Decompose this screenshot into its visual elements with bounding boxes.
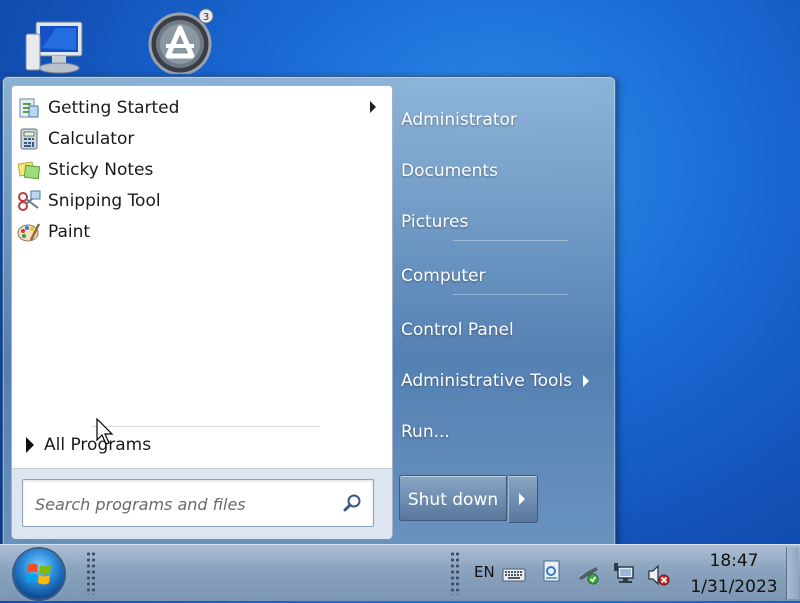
program-label: Getting Started: [48, 97, 180, 118]
language-indicator[interactable]: EN: [474, 563, 495, 581]
program-sticky-notes[interactable]: Sticky Notes: [12, 154, 392, 185]
network-icon[interactable]: [612, 561, 636, 585]
windows-logo-icon: [26, 563, 51, 585]
shutdown-options-button[interactable]: [508, 475, 538, 523]
taskbar-grip[interactable]: [450, 551, 460, 595]
calculator-icon: [17, 127, 41, 151]
submenu-arrow-icon: [583, 375, 589, 387]
volume-muted-icon[interactable]: [646, 563, 670, 587]
network-update-icon[interactable]: [576, 561, 600, 585]
computer-desktop-icon[interactable]: [22, 8, 92, 78]
submenu-arrow-icon: [370, 101, 376, 113]
all-programs-button[interactable]: All Programs: [22, 430, 151, 460]
getting-started-icon: [17, 96, 41, 120]
keyboard-icon[interactable]: [502, 563, 526, 587]
right-item-pictures[interactable]: Pictures: [401, 207, 468, 237]
right-item-documents[interactable]: Documents: [401, 156, 498, 186]
all-programs-divider: [92, 426, 320, 427]
sticky-notes-icon: [17, 158, 41, 182]
start-menu-right-pane: Administrator Documents Pictures Compute…: [393, 85, 613, 537]
search-area: [12, 468, 392, 539]
right-item-administrative-tools[interactable]: Administrative Tools: [401, 366, 605, 396]
clock-date[interactable]: 1/31/2023: [684, 577, 784, 597]
right-separator: [453, 294, 568, 295]
document-tray-icon[interactable]: [540, 559, 564, 583]
chevron-right-icon: [519, 493, 525, 505]
program-paint[interactable]: Paint: [12, 216, 392, 247]
program-label: Sticky Notes: [48, 159, 154, 180]
program-label: Paint: [48, 221, 91, 242]
avatar-app-desktop-icon[interactable]: 3: [144, 4, 214, 76]
shutdown-button[interactable]: Shut down: [399, 475, 507, 521]
expand-arrow-icon: [26, 437, 34, 453]
svg-text:3: 3: [203, 12, 209, 23]
taskbar: EN 18:47 1/31/2023: [0, 544, 800, 601]
pinned-programs-list: Getting Started Calculator Sticky Notes: [12, 92, 392, 247]
program-calculator[interactable]: Calculator: [12, 123, 392, 154]
program-label: Calculator: [48, 128, 135, 149]
program-getting-started[interactable]: Getting Started: [12, 92, 392, 123]
mouse-cursor-icon: [96, 417, 116, 446]
start-menu: Getting Started Calculator Sticky Notes: [2, 76, 616, 546]
search-icon[interactable]: [343, 493, 363, 513]
search-box[interactable]: [22, 479, 374, 527]
program-snipping-tool[interactable]: Snipping Tool: [12, 185, 392, 216]
right-item-control-panel[interactable]: Control Panel: [401, 315, 514, 345]
paint-icon: [17, 220, 41, 244]
right-item-run[interactable]: Run...: [401, 417, 450, 447]
taskbar-grip[interactable]: [86, 551, 96, 595]
program-label: Snipping Tool: [48, 190, 161, 211]
snipping-tool-icon: [17, 189, 41, 213]
right-item-administrator[interactable]: Administrator: [401, 105, 517, 135]
right-item-label: Administrative Tools: [401, 371, 573, 391]
start-button[interactable]: [14, 549, 64, 599]
right-item-computer[interactable]: Computer: [401, 261, 486, 291]
start-menu-left-pane: Getting Started Calculator Sticky Notes: [11, 85, 393, 539]
search-input[interactable]: [33, 492, 337, 516]
show-desktop-button[interactable]: [786, 547, 799, 599]
clock-time[interactable]: 18:47: [700, 551, 768, 571]
right-separator: [453, 240, 568, 241]
